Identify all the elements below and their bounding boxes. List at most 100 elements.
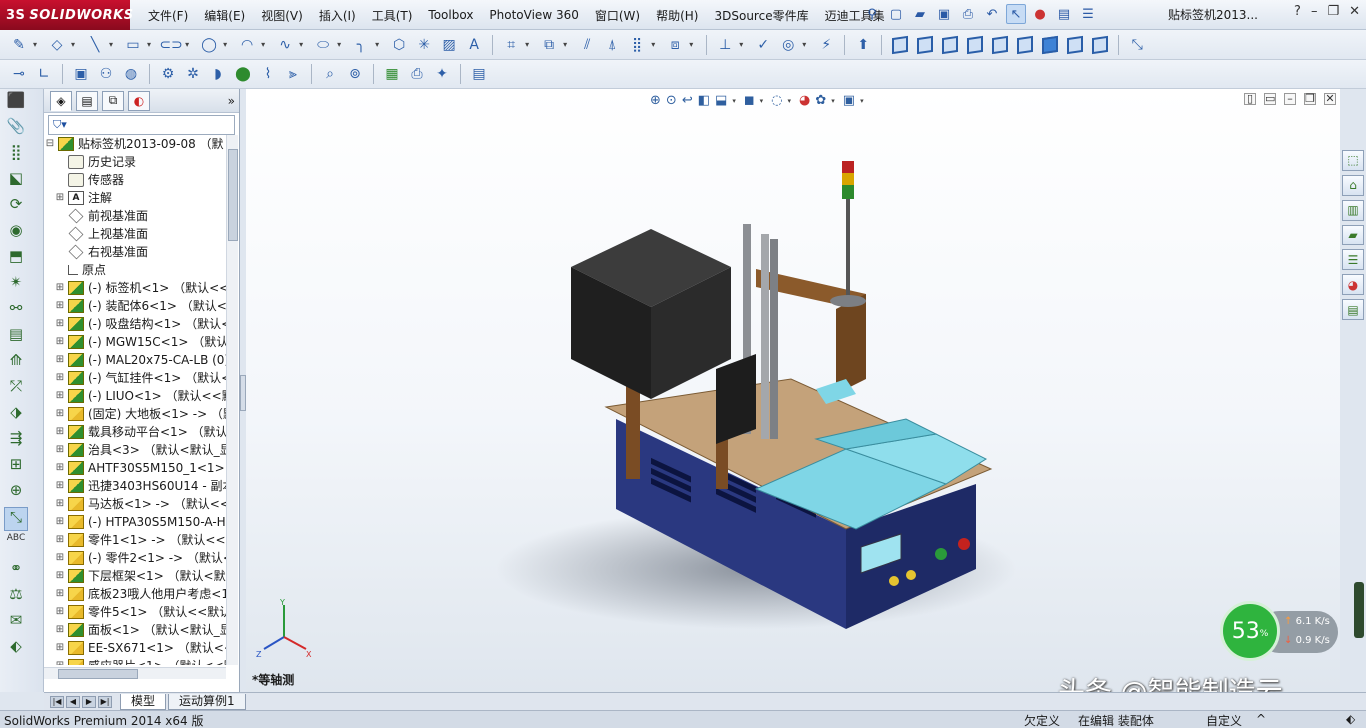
component-pattern-icon[interactable]: ⣿ [4,143,28,167]
expand-icon[interactable]: ⊞ [54,513,66,531]
open-folder-icon[interactable]: ▰ [910,4,930,24]
tree-item[interactable]: 原点 [44,261,226,279]
menu-insert[interactable]: 插入(I) [311,7,364,24]
tree-item[interactable]: 历史记录 [44,153,226,171]
chevron-down-icon[interactable]: ▾ [147,40,151,49]
bill-of-materials-icon[interactable]: ▤ [4,325,28,349]
undo-icon[interactable]: ↶ [982,4,1002,24]
expand-icon[interactable]: ⊞ [54,351,66,369]
location-pin-icon[interactable]: ⬤ [232,63,254,85]
feature-manager-tab-icon[interactable]: ◈ [50,90,72,111]
tree-item[interactable]: ⊞ 零件5<1> （默认<<默认> [44,603,226,621]
home-icon[interactable]: ⌂ [1342,174,1364,196]
chevron-down-icon[interactable]: ▾ [563,40,567,49]
file-properties-icon[interactable]: ▤ [1054,4,1074,24]
prev-tab-icon[interactable]: ◀ [66,695,80,708]
front-view-icon[interactable] [889,34,911,56]
first-tab-icon[interactable]: |◀ [50,695,64,708]
settings-gear-icon[interactable]: ⚙ [157,63,179,85]
assembly-features-icon[interactable]: ⬒ [4,247,28,271]
convert-entities-icon[interactable]: ⧉ [538,34,560,56]
tree-item[interactable]: 前视基准面 [44,207,226,225]
explode-line-sketch-icon[interactable]: ⤱ [4,377,28,401]
display-relations-icon[interactable]: ⊥ [714,34,736,56]
tree-root[interactable]: ⊟ 贴标签机2013-09-08 （默 [44,135,226,153]
trim-icon[interactable]: ⌗ [500,34,522,56]
plane-icon[interactable]: ▨ [438,34,460,56]
print-icon[interactable]: ⎙ [958,4,978,24]
pin-icon[interactable]: ⚲ [862,4,882,24]
expand-icon[interactable]: ⊞ [54,585,66,603]
chevron-down-icon[interactable]: ▾ [651,40,655,49]
menu-photoview[interactable]: PhotoView 360 [481,8,586,22]
new-document-icon[interactable]: ▢ [886,4,906,24]
tree-item[interactable]: ⊞ EE-SX671<1> （默认<<默 [44,639,226,657]
spline-icon[interactable]: ∿ [274,34,296,56]
hole-alignment-icon[interactable]: ⊞ [4,455,28,479]
move-entities-icon[interactable]: ⧈ [664,34,686,56]
rapid-sketch-icon[interactable]: ⚡ [815,34,837,56]
polygon-icon[interactable]: ⬡ [388,34,410,56]
instant3d-icon[interactable]: ⊕ [4,481,28,505]
expand-icon[interactable]: ⊞ [54,477,66,495]
menu-edit[interactable]: 编辑(E) [196,7,253,24]
bolts-icon[interactable]: ⫸ [282,63,304,85]
hyperlink-icon[interactable]: ⚭ [4,559,28,583]
sketch-icon[interactable]: ✎ [8,34,30,56]
chevron-down-icon[interactable]: ▾ [109,40,113,49]
expand-icon[interactable]: ⊞ [54,387,66,405]
expand-icon[interactable]: ⊞ [54,297,66,315]
excel-export-icon[interactable]: ▦ [381,63,403,85]
tree-item[interactable]: ⊞ 面板<1> （默认<默认_显示 [44,621,226,639]
chevron-down-icon[interactable]: ▾ [185,40,189,49]
design-library-icon[interactable]: ▥ [1342,199,1364,221]
configuration-manager-tab-icon[interactable]: ⧉ [102,90,124,111]
graphics-area[interactable]: ⊕ ⊙ ↩ ◧ ⬓▾ ◼▾ ◌▾ ◕ ✿▾ ▣▾ ▯ ▭ – ❐ ✕ [246,89,1340,692]
tree-item[interactable]: ⊞ (-) LIUO<1> （默认<<默认 [44,387,226,405]
expand-icon[interactable]: ⊞ [54,459,66,477]
chevron-down-icon[interactable]: ▾ [739,40,743,49]
chevron-down-icon[interactable]: ▾ [223,40,227,49]
right-scroll-handle[interactable] [1354,582,1364,638]
expand-icon[interactable]: ⊞ [54,657,66,665]
tree-item[interactable]: ⊞ AHTF30S5M150_1<1> ( [44,459,226,477]
tree-item[interactable]: ⊞ (-) MGW15C<1> （默认<< [44,333,226,351]
slot-icon[interactable]: ⊂⊃ [159,34,182,56]
find-icon[interactable]: ⌕ [319,63,341,85]
bowl-icon[interactable]: ◗ [207,63,229,85]
filter-icon[interactable]: ⛉▾ [53,118,67,132]
expand-icon[interactable]: ⊞ [54,603,66,621]
menu-window[interactable]: 窗口(W) [587,7,648,24]
chevron-down-icon[interactable]: ▾ [261,40,265,49]
angle-icon[interactable]: ∟ [33,63,55,85]
chevron-down-icon[interactable]: ▾ [299,40,303,49]
minimize-icon[interactable]: – [1311,4,1318,19]
display-manager-tab-icon[interactable]: ◐ [128,90,150,111]
tree-item[interactable]: 右视基准面 [44,243,226,261]
envelope-icon[interactable]: ✉ [4,611,28,635]
save-icon[interactable]: ▣ [934,4,954,24]
tree-item[interactable]: ⊞ A 注解 [44,189,226,207]
tree-item[interactable]: ⊞ (-) HTPA30S5M150-A-H [44,513,226,531]
globe-icon[interactable]: ◍ [120,63,142,85]
sparkle-icon[interactable]: ✦ [431,63,453,85]
last-tab-icon[interactable]: ▶| [98,695,112,708]
chevron-down-icon[interactable]: ▾ [689,40,693,49]
tree-vertical-scrollbar[interactable] [226,135,238,665]
exploded-view-icon[interactable]: ⟰ [4,351,28,375]
close-icon[interactable]: ✕ [1349,4,1360,19]
chevron-down-icon[interactable]: ▾ [71,40,75,49]
hierarchy-icon[interactable]: ⚇ [95,63,117,85]
tab-model[interactable]: 模型 [120,693,167,710]
tree-item[interactable]: ⊞ 载具移动平台<1> （默认<< [44,423,226,441]
menu-3dsource[interactable]: 3DSource零件库 [706,7,816,24]
menu-view[interactable]: 视图(V) [253,7,311,24]
solidworks-logo[interactable]: 3S SOLIDWORKS [0,0,133,30]
expand-icon[interactable]: ⊞ [54,441,66,459]
smart-dimension-icon[interactable]: ◇ [46,34,68,56]
tree-item[interactable]: ⊞ 感应器片<1> （默认<<默 [44,657,226,665]
spell-check-icon[interactable]: ABC [4,533,28,557]
unit-system-selector[interactable]: 自定义 [1206,712,1242,728]
tree-item[interactable]: ⊞ 底板23哦人他用户考虑<1 [44,585,226,603]
options-icon[interactable]: ☰ [1078,4,1098,24]
